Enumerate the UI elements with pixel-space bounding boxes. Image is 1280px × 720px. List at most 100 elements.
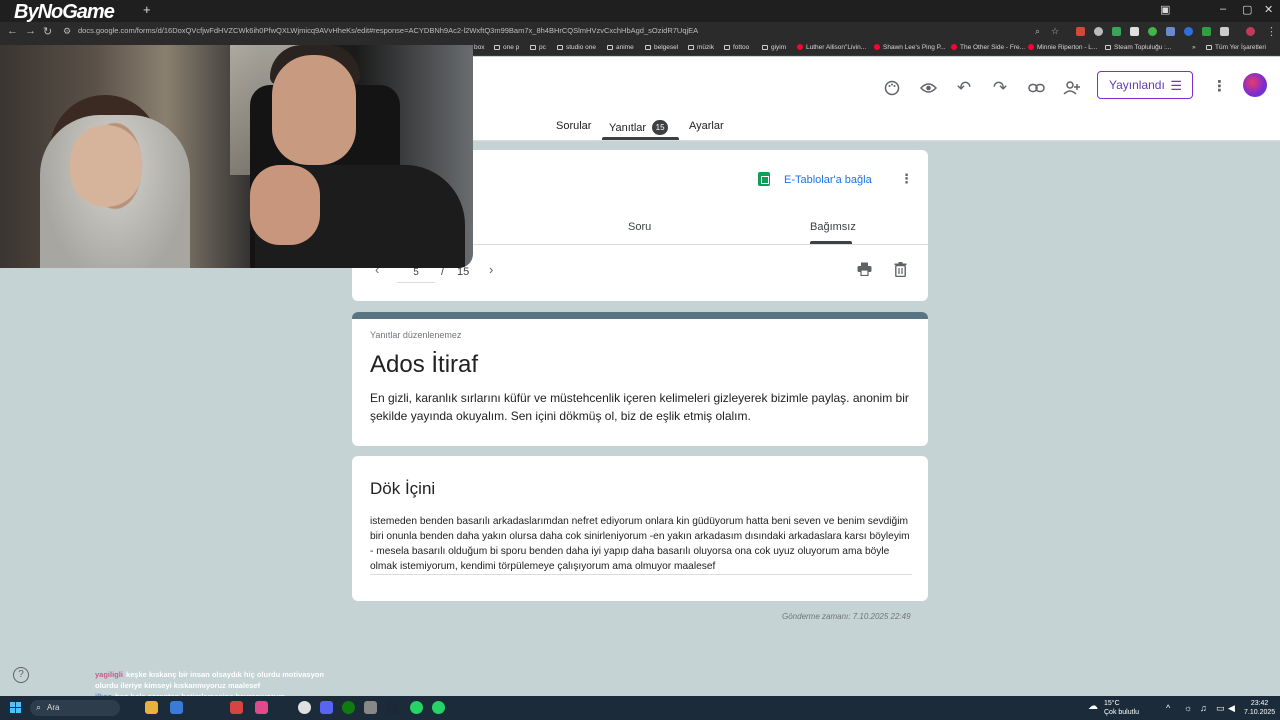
forward-icon[interactable]: → [25, 25, 36, 37]
reload-icon[interactable]: ↻ [43, 25, 52, 38]
bookmark-item[interactable]: The Other Side - Fre... [951, 44, 1025, 51]
folder-icon [688, 45, 694, 50]
print-icon[interactable] [857, 262, 872, 279]
steam-icon [1105, 45, 1111, 50]
microphone-icon[interactable]: ♫ [1200, 703, 1207, 713]
extension-icon[interactable] [1076, 27, 1085, 36]
bookmark-item[interactable]: giyim [762, 44, 786, 51]
chat-message: yagiligli keşke kıskanç bir insan olsaydı… [95, 669, 325, 691]
app-icon[interactable] [170, 701, 183, 714]
back-icon[interactable]: ← [7, 25, 18, 37]
bookmark-item[interactable]: müzik [688, 44, 714, 51]
extension-icon[interactable] [1148, 27, 1157, 36]
tab-settings[interactable]: Ayarlar [689, 120, 724, 132]
brightness-icon[interactable]: ☼ [1184, 703, 1192, 713]
webcam-overlay [0, 45, 473, 268]
extension-icon[interactable] [1184, 27, 1193, 36]
steam-icon[interactable] [386, 701, 399, 714]
responses-not-editable-note: Yanıtlar düzenlenemez [370, 330, 462, 340]
obs-icon[interactable] [298, 701, 311, 714]
bookmark-item[interactable]: box [474, 44, 484, 51]
responses-count-badge: 15 [652, 120, 669, 135]
bookmark-item[interactable]: Minnie Riperton - L... [1028, 44, 1097, 51]
folder-icon [494, 45, 500, 50]
tray-overflow-icon[interactable]: ^ [1166, 703, 1170, 713]
weather-widget[interactable]: 15°C Çok bulutlu [1104, 699, 1139, 717]
chat-text: keşke kıskanç bir insan olsaydık hiç olu… [95, 670, 324, 690]
streamer-right-hand [250, 165, 320, 245]
sheets-icon [758, 172, 770, 186]
youtube-icon [951, 44, 957, 50]
volume-icon[interactable]: ◀ [1228, 703, 1235, 714]
bookmark-item[interactable]: studio one [557, 44, 596, 51]
bookmark-item[interactable]: Luther Allison"Livin... [797, 44, 866, 51]
published-button[interactable]: Yayınlandı ☰ [1097, 71, 1193, 99]
link-to-sheets-button[interactable]: E-Tablolar'a bağla [758, 172, 872, 186]
question-card: Dök İçini istemeden benden basarılı arka… [352, 456, 928, 601]
next-response-icon[interactable]: › [489, 262, 493, 277]
clock-time: 23:42 [1250, 700, 1269, 707]
link-to-sheets-label: E-Tablolar'a bağla [784, 174, 872, 186]
profile-avatar-icon[interactable] [1246, 27, 1255, 36]
bookmark-item[interactable]: fottoo [724, 44, 749, 51]
youtube-icon [874, 44, 880, 50]
more-options-icon[interactable]: ⋮ [1212, 77, 1227, 95]
extension-icon[interactable] [1094, 27, 1103, 36]
link-icon[interactable] [1025, 77, 1047, 99]
maximize-icon[interactable]: ▢ [1242, 3, 1252, 16]
discord-icon[interactable] [320, 701, 333, 714]
account-avatar[interactable] [1243, 73, 1267, 97]
add-collaborator-icon[interactable] [1061, 77, 1083, 99]
xbox-icon[interactable] [342, 701, 355, 714]
extension-icon[interactable] [1112, 27, 1121, 36]
whatsapp-icon[interactable] [432, 701, 445, 714]
extensions-puzzle-icon[interactable] [1220, 27, 1229, 36]
redo-icon[interactable]: ↷ [989, 77, 1011, 99]
app-icon[interactable] [364, 701, 377, 714]
extension-icon[interactable] [1130, 27, 1139, 36]
bookmark-item[interactable]: belgesel [645, 44, 678, 51]
browser-menu-icon[interactable]: ⋮ [1266, 25, 1277, 38]
delete-icon[interactable] [894, 262, 907, 280]
bookmark-item[interactable]: one p [494, 44, 519, 51]
app-icon[interactable] [230, 701, 243, 714]
clock[interactable]: 23:42 7.10.2025 [1244, 699, 1275, 717]
file-explorer-icon[interactable] [145, 701, 158, 714]
extension-icon[interactable] [1166, 27, 1175, 36]
tab-question-view[interactable]: Soru [628, 221, 651, 233]
palette-icon[interactable] [881, 77, 903, 99]
whatsapp-icon[interactable] [410, 701, 423, 714]
profile-icon[interactable]: ▣ [1160, 3, 1170, 16]
new-tab-icon[interactable]: + [143, 2, 151, 17]
bookmark-star-icon[interactable]: ☆ [1051, 26, 1059, 37]
site-info-icon[interactable]: ⚙ [63, 26, 71, 37]
minimize-icon[interactable]: – [1220, 3, 1226, 15]
responses-more-icon[interactable]: ⋮ [900, 171, 913, 187]
close-window-icon[interactable]: ✕ [1264, 3, 1273, 16]
extension-icon[interactable] [1202, 27, 1211, 36]
bookmark-item[interactable]: Steam Topluluğu :... [1105, 44, 1171, 51]
folder-icon [607, 45, 613, 50]
zoom-icon[interactable]: ⌕ [1035, 26, 1040, 37]
taskbar-search[interactable]: ⌕ Ara [30, 700, 120, 716]
bookmark-item[interactable]: anime [607, 44, 634, 51]
all-bookmarks-item[interactable]: Tüm Yer İşaretleri [1206, 44, 1266, 51]
network-icon[interactable]: ▭ [1216, 703, 1225, 714]
folder-icon [762, 45, 768, 50]
preview-eye-icon[interactable] [917, 77, 939, 99]
url-field[interactable]: docs.google.com/forms/d/16DoxQVcfjwFdHVZ… [78, 26, 698, 35]
stream-brand-logo: ByNoGame [14, 1, 115, 23]
undo-icon[interactable]: ↶ [953, 77, 975, 99]
bookmark-item[interactable]: Shawn Lee's Ping P... [874, 44, 946, 51]
windows-start-icon[interactable] [10, 702, 22, 714]
tab-responses[interactable]: Yanıtlar 15 [609, 120, 669, 135]
more-bookmarks-icon[interactable]: » [1192, 44, 1196, 51]
form-title: Ados İtiraf [370, 351, 479, 378]
help-icon[interactable]: ? [13, 667, 29, 683]
youtube-icon [1028, 44, 1034, 50]
app-icon[interactable] [255, 701, 268, 714]
tab-individual-view[interactable]: Bağımsız [810, 221, 856, 233]
weather-temp: 15°C [1104, 700, 1120, 707]
tab-questions[interactable]: Sorular [556, 120, 591, 132]
bookmark-item[interactable]: pc [530, 44, 546, 51]
